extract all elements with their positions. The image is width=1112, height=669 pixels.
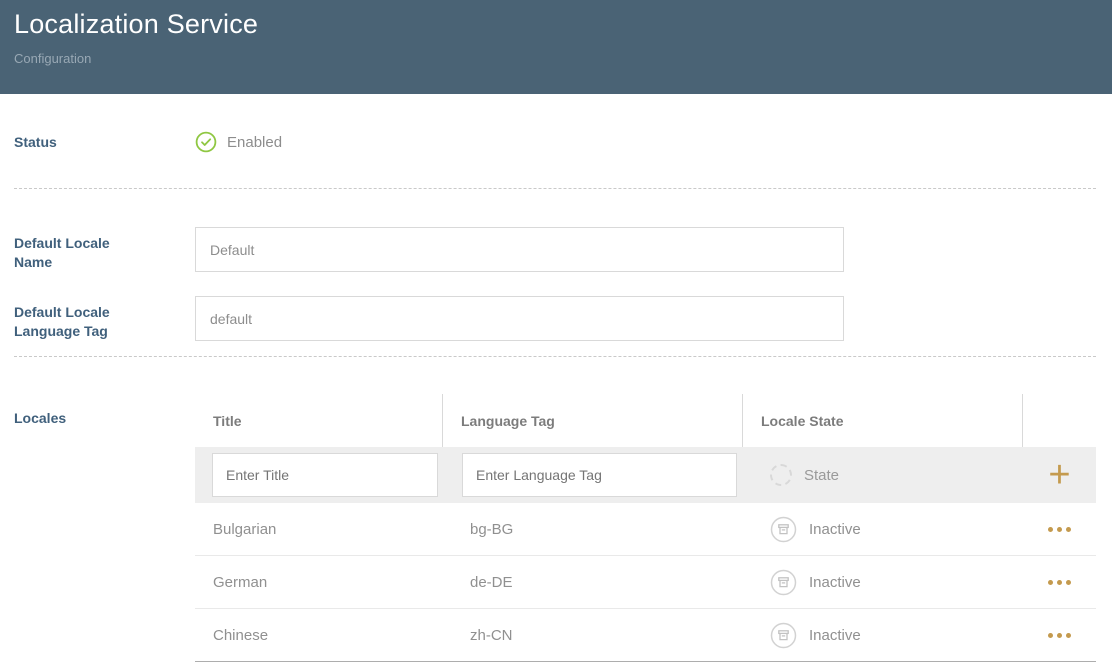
locale-language-tag: de-DE [443, 556, 743, 608]
default-locale-name-input[interactable] [195, 227, 844, 272]
status-toggle[interactable]: Enabled [195, 131, 1096, 153]
locale-state-text: Inactive [809, 521, 861, 538]
row-menu-ellipsis-icon[interactable] [1044, 521, 1075, 538]
default-locale-tag-input[interactable] [195, 296, 844, 341]
locale-language-tag: bg-BG [443, 503, 743, 555]
locale-language-tag: zh-CN [443, 609, 743, 661]
locales-label: Locales [14, 394, 195, 428]
default-locale-tag-label: Default Locale Language Tag [14, 296, 195, 341]
configuration-panel: Status Enabled Default Locale Name De [0, 131, 1112, 662]
add-locale-button[interactable]: + [1042, 460, 1076, 490]
locale-row-chinese: Chinese zh-CN Inactive [195, 609, 1096, 662]
locale-state-text: Inactive [809, 574, 861, 591]
locale-title: Chinese [195, 609, 443, 661]
locale-row-bulgarian: Bulgarian bg-BG Inactive [195, 503, 1096, 556]
add-locale-row: State + [195, 447, 1096, 503]
new-locale-title-input[interactable] [212, 453, 438, 497]
table-header-row: Title Language Tag Locale State [195, 394, 1096, 447]
column-header-locale-state: Locale State [743, 394, 1023, 447]
localization-service-page: Localization Service Configuration Statu… [0, 0, 1112, 669]
column-header-actions [1023, 394, 1096, 447]
default-locale-name-row: Default Locale Name [14, 227, 1096, 272]
state-placeholder-icon [770, 464, 792, 486]
state-toggle-label: State [804, 467, 839, 484]
locale-state-text: Inactive [809, 627, 861, 644]
page-header: Localization Service Configuration [0, 0, 1112, 94]
inactive-state-icon [770, 622, 797, 649]
column-header-language-tag: Language Tag [443, 394, 743, 447]
locale-state-badge: Inactive [770, 622, 861, 649]
locale-row-german: German de-DE Inactive [195, 556, 1096, 609]
default-locale-name-label: Default Locale Name [14, 227, 195, 272]
row-menu-ellipsis-icon[interactable] [1044, 574, 1075, 591]
section-divider [14, 356, 1096, 357]
status-label: Status [14, 133, 195, 152]
inactive-state-icon [770, 516, 797, 543]
new-locale-tag-input[interactable] [462, 453, 737, 497]
default-locale-tag-row: Default Locale Language Tag [14, 296, 1096, 341]
locale-state-badge: Inactive [770, 516, 861, 543]
page-title: Localization Service [14, 9, 1096, 40]
locales-section: Locales Title Language Tag Locale State [14, 394, 1096, 662]
new-locale-state-toggle[interactable]: State [770, 464, 839, 486]
locale-title: Bulgarian [195, 503, 443, 555]
column-header-title: Title [195, 394, 443, 447]
section-divider [14, 188, 1096, 189]
status-row: Status Enabled [14, 131, 1096, 153]
locale-state-badge: Inactive [770, 569, 861, 596]
inactive-state-icon [770, 569, 797, 596]
status-value: Enabled [227, 134, 282, 151]
locale-title: German [195, 556, 443, 608]
locales-table: Title Language Tag Locale State [195, 394, 1096, 662]
page-subtitle: Configuration [14, 51, 1096, 66]
check-circle-icon [195, 131, 217, 153]
row-menu-ellipsis-icon[interactable] [1044, 627, 1075, 644]
